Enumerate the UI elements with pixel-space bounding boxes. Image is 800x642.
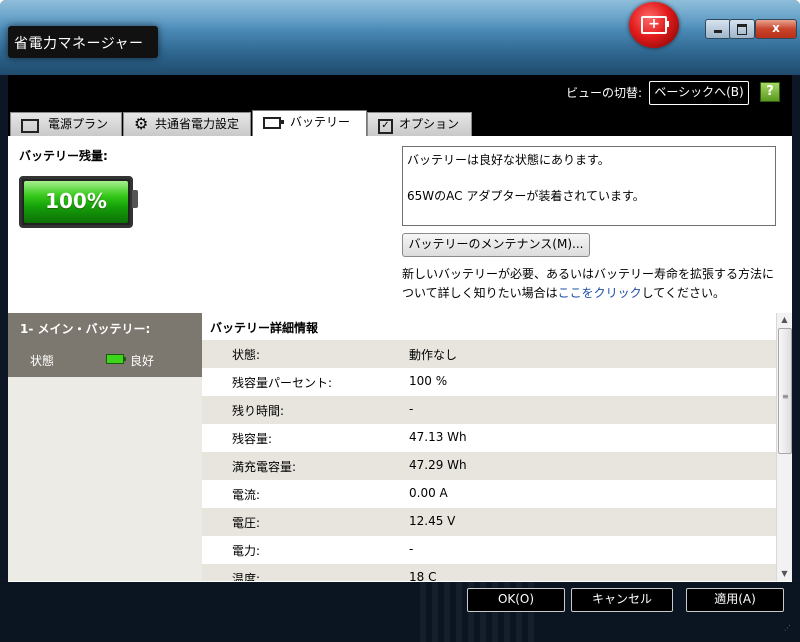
battery-icon xyxy=(263,117,284,129)
detail-value: - xyxy=(409,542,414,556)
battery-percent: 100% xyxy=(45,189,107,213)
cancel-button[interactable]: キャンセル xyxy=(571,588,673,612)
help-icon[interactable]: ? xyxy=(760,82,780,102)
detail-row: 電力: - xyxy=(202,536,776,564)
detail-key: 電流: xyxy=(232,488,261,502)
tab-label: オプション xyxy=(399,117,460,131)
dialog-footer xyxy=(0,582,800,642)
main-battery-title: 1- メイン・バッテリー: xyxy=(20,322,151,336)
minimize-button[interactable] xyxy=(705,19,731,39)
battery-remaining-label: バッテリー残量: xyxy=(19,149,108,163)
basic-view-button[interactable]: ベーシックへ(B) xyxy=(649,81,749,105)
detail-value: - xyxy=(409,402,414,416)
detail-row: 残容量パーセント: 100 % xyxy=(202,368,776,396)
close-icon: x xyxy=(772,21,780,35)
detail-row: 温度: 18 C xyxy=(202,564,776,581)
detail-value: 0.00 A xyxy=(409,486,448,500)
tab-label: 共通省電力設定 xyxy=(155,117,240,131)
detail-key: 状態: xyxy=(232,348,261,362)
note-line-2-pre: ついて詳しく知りたい場合は xyxy=(402,286,558,300)
battery-level-gauge: 100% xyxy=(19,176,133,228)
detail-key: 残り時間: xyxy=(232,404,285,418)
resize-grip-icon[interactable]: ⋰ xyxy=(784,625,796,638)
detail-value: 12.45 V xyxy=(409,514,456,528)
detail-key: 残容量パーセント: xyxy=(232,376,333,390)
view-switch-label: ビューの切替: xyxy=(566,86,643,100)
app-icon-battery: + xyxy=(641,16,667,34)
detail-row: 満充電容量: 47.29 Wh xyxy=(202,452,776,480)
detail-row: 残り時間: - xyxy=(202,396,776,424)
detail-value: 47.13 Wh xyxy=(409,430,467,444)
detail-key: 電力: xyxy=(232,544,261,558)
detail-key: 温度: xyxy=(232,572,261,581)
scroll-up-icon[interactable]: ▲ xyxy=(777,313,792,327)
document-icon xyxy=(21,119,39,133)
tab-label: 電源プラン xyxy=(48,117,109,131)
battery-terminal xyxy=(132,190,138,208)
ok-button[interactable]: OK(O) xyxy=(467,588,565,612)
click-here-link[interactable]: ここをクリック xyxy=(558,286,642,300)
scroll-grip-icon: ≡ xyxy=(782,392,789,401)
battery-status-line: バッテリーは良好な状態にあります。 xyxy=(407,153,610,167)
detail-key: 電圧: xyxy=(232,516,261,530)
battery-maintenance-button[interactable]: バッテリーのメンテナンス(M)... xyxy=(402,233,590,257)
power-manager-window: 省電力マネージャー + x ビューの切替: ベーシックへ(B) ? 電源プラン … xyxy=(0,0,800,642)
detail-row: 電圧: 12.45 V xyxy=(202,508,776,536)
apply-button[interactable]: 適用(A) xyxy=(686,588,784,612)
detail-value: 47.29 Wh xyxy=(409,458,467,472)
note-line-2: ついて詳しく知りたい場合はここをクリックしてください。 xyxy=(402,284,782,303)
detail-key: 満充電容量: xyxy=(232,460,297,474)
detail-value: 18 C xyxy=(409,570,437,581)
battery-details: バッテリー詳細情報 状態: 動作なし残容量パーセント: 100 % 残り時間: - 残容量… xyxy=(202,313,776,581)
detail-row: 電流: 0.00 A xyxy=(202,480,776,508)
gear-icon: ⚙ xyxy=(134,114,149,133)
battery-note: 新しいバッテリーが必要、あるいはバッテリー寿命を拡張する方法に ついて詳しく知り… xyxy=(402,265,782,303)
battery-state-value: 良好 xyxy=(130,354,155,368)
detail-key: 残容量: xyxy=(232,432,273,446)
detail-row: 状態: 動作なし xyxy=(202,340,776,368)
detail-value: 100 % xyxy=(409,374,448,388)
details-title: バッテリー詳細情報 xyxy=(210,321,319,335)
note-line-2-post: してください。 xyxy=(641,286,725,300)
details-scrollbar[interactable]: ▲ ≡ ▼ xyxy=(776,313,792,581)
tab-options[interactable]: ✓ オプション xyxy=(367,112,472,136)
close-button[interactable]: x xyxy=(755,19,797,39)
scroll-down-icon[interactable]: ▼ xyxy=(777,567,792,581)
maximize-button[interactable] xyxy=(729,19,755,39)
app-icon-battery-nub xyxy=(666,21,669,27)
tab-power-plan[interactable]: 電源プラン xyxy=(10,112,122,136)
battery-plus-icon: + xyxy=(629,2,679,48)
window-title: 省電力マネージャー xyxy=(14,36,144,52)
checkbox-icon: ✓ xyxy=(378,119,393,134)
adapter-status-line: 65WのAC アダプターが装着されています。 xyxy=(407,189,645,203)
detail-row: 残容量: 47.13 Wh xyxy=(202,424,776,452)
small-battery-icon xyxy=(106,354,126,364)
tab-label: バッテリー xyxy=(290,115,351,129)
battery-state-label: 状態 xyxy=(30,354,55,368)
tab-battery[interactable]: バッテリー xyxy=(252,110,367,137)
tab-common-power-settings[interactable]: ⚙ 共通省電力設定 xyxy=(123,112,251,136)
scroll-thumb[interactable]: ≡ xyxy=(778,328,792,454)
detail-value: 動作なし xyxy=(409,348,458,362)
note-line-1: 新しいバッテリーが必要、あるいはバッテリー寿命を拡張する方法に xyxy=(402,267,775,281)
battery-status-box: バッテリーは良好な状態にあります。 65WのAC アダプターが装着されています。 xyxy=(402,146,776,226)
